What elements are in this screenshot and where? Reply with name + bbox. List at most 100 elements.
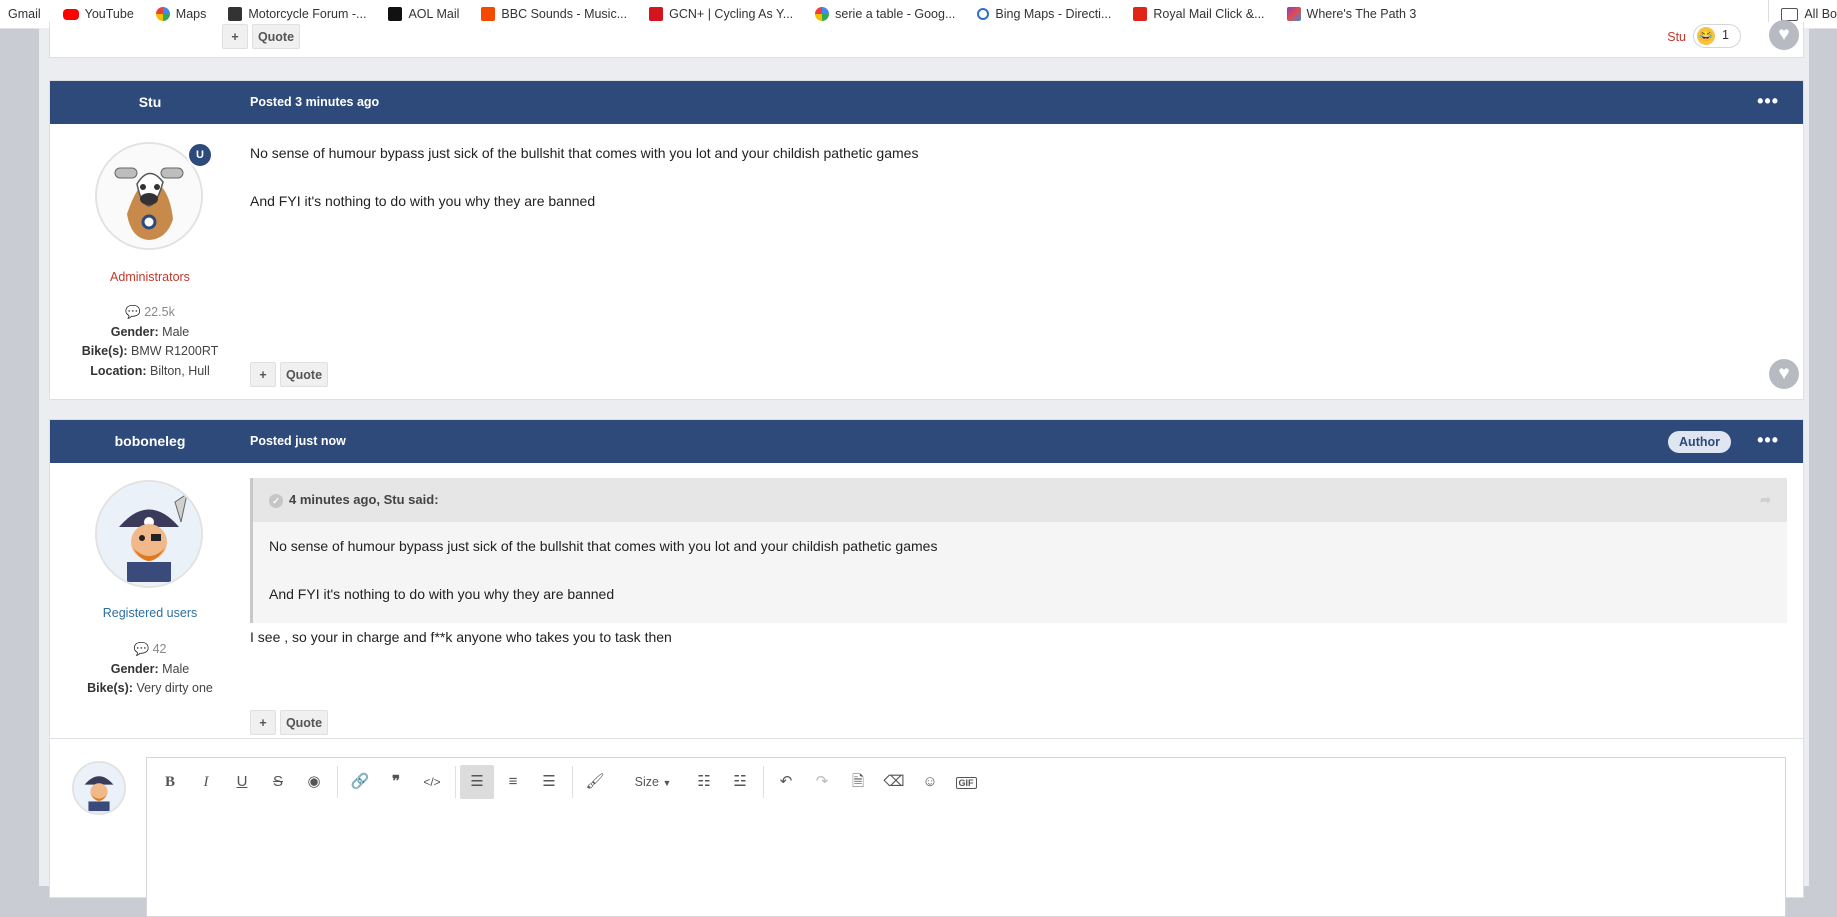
reaction-pill[interactable]: 😂 1 [1693,24,1741,48]
like-heart-icon[interactable]: ♥ [1769,359,1799,389]
quote-citation[interactable]: ✓ 4 minutes ago, Stu said: ➦ [253,478,1787,522]
code-icon[interactable]: </> [415,765,449,799]
align-left-icon[interactable]: ☰ [460,765,494,799]
post-boboneleg: boboneleg Posted just now Author ••• Reg… [49,419,1804,746]
bookmark-bing-maps[interactable]: Bing Maps - Directi... [977,7,1111,21]
author-meta: 💬 22.5k Gender: Male Bike(s): BMW R1200R… [50,303,250,381]
spoiler-eye-icon[interactable]: ◉ [297,765,331,799]
pirate-avatar-small-illustration [74,763,124,813]
multiquote-button[interactable]: + [250,710,276,735]
bookmark-serie-a[interactable]: serie a table - Goog... [815,7,955,21]
bing-search-icon [977,8,990,20]
comment-icon: 💬 [125,305,141,319]
post-menu-icon[interactable]: ••• [1757,92,1779,110]
eraser-icon[interactable]: ⌫ [877,765,911,799]
bookmark-wheres-the-path[interactable]: Where's The Path 3 [1286,7,1416,21]
bike-row: Bike(s): BMW R1200RT [81,344,219,358]
bike-row: Bike(s): Very dirty one [87,681,213,695]
google-icon [815,7,830,21]
blockquote: ✓ 4 minutes ago, Stu said: ➦ No sense of … [250,478,1787,623]
forum-page: + Quote Stu 😂 1 ♥ Stu Posted 3 minutes a… [39,20,1809,917]
map-tiles-icon [1286,7,1301,21]
reaction-user[interactable]: Stu [1667,30,1686,44]
location-row: Location: Bilton, Hull [90,363,210,378]
post-stu: Stu Posted 3 minutes ago ••• U Administr… [49,80,1804,400]
bulleted-list-icon[interactable]: ☷ [687,765,721,799]
bookmark-bbc-sounds[interactable]: BBC Sounds - Music... [481,7,627,21]
post-timestamp[interactable]: Posted 3 minutes ago [250,81,379,124]
comment-icon: 💬 [133,642,150,656]
post-count: 💬 42 [133,642,167,656]
document-icon[interactable]: 🗎 [841,765,875,799]
toolbar-separator [455,766,456,798]
quote-button[interactable]: Quote [252,24,300,49]
author-name[interactable]: Stu [50,81,250,124]
motorcycle-icon [228,7,243,21]
rich-text-editor[interactable]: B I U S ◉ 🔗 ❞ </> ☰ ≡ ☰ 🖌 Size ▼ ☷ ☳ ↶ ↷… [146,757,1786,917]
italic-button[interactable]: I [189,765,223,799]
user-group[interactable]: Registered users [50,606,250,620]
bookmark-royal-mail[interactable]: Royal Mail Click &... [1133,7,1265,21]
laughing-emoji-icon: 😂 [1697,27,1715,45]
like-heart-icon[interactable]: ♥ [1769,20,1799,50]
text-color-brush-icon[interactable]: 🖌 [578,765,612,799]
youtube-icon [62,8,79,20]
multiquote-button[interactable]: + [222,24,248,49]
author-badge: Author [1668,431,1731,453]
quote-line-1: No sense of humour bypass just sick of t… [269,538,938,554]
folder-icon [1781,7,1799,21]
bookmark-motorcycle-forum[interactable]: Motorcycle Forum -... [228,7,366,21]
quote-line-2: And FYI it's nothing to do with you why … [269,586,615,602]
redo-icon[interactable]: ↷ [805,765,839,799]
collapse-quote-icon[interactable]: ✓ [269,493,283,508]
link-icon[interactable]: 🔗 [343,765,377,799]
toolbar-separator [572,766,573,798]
bookmark-aol-mail[interactable]: AOL Mail [388,7,459,21]
current-user-avatar [72,761,126,815]
royal-mail-icon [1133,7,1148,21]
bbc-sounds-icon [481,7,496,21]
post-header: boboneleg Posted just now Author ••• [50,420,1803,463]
bookmark-gcn[interactable]: GCN+ | Cycling As Y... [649,7,793,21]
reaction-count: 1 [1722,28,1729,42]
multiquote-button[interactable]: + [250,362,276,387]
strikethrough-button[interactable]: S [261,765,295,799]
quote-icon[interactable]: ❞ [379,765,413,799]
bold-button[interactable]: B [153,765,187,799]
dog-avatar-illustration [97,144,201,248]
caret-down-icon: ▼ [662,778,672,788]
align-center-icon[interactable]: ≡ [496,765,530,799]
post-count: 💬 22.5k [125,305,175,319]
undo-icon[interactable]: ↶ [769,765,803,799]
underline-button[interactable]: U [225,765,259,799]
moderator-badge-icon: U [187,142,213,168]
gcn-icon [649,7,664,21]
avatar[interactable] [95,480,203,588]
reply-editor-area: B I U S ◉ 🔗 ❞ </> ☰ ≡ ☰ 🖌 Size ▼ ☷ ☳ ↶ ↷… [49,738,1804,917]
gender-row: Gender: Male [110,661,190,676]
user-group[interactable]: Administrators [50,270,250,284]
quote-button[interactable]: Quote [280,362,328,387]
pirate-avatar-illustration [97,482,201,586]
post-timestamp[interactable]: Posted just now [250,420,346,463]
aol-icon [388,7,403,21]
emoji-icon[interactable]: ☺ [913,765,947,799]
previous-post: + Quote Stu 😂 1 ♥ [49,20,1804,58]
align-right-icon[interactable]: ☰ [532,765,566,799]
google-icon [155,7,170,21]
bookmark-youtube[interactable]: YouTube [62,7,134,21]
post-header: Stu Posted 3 minutes ago ••• [50,81,1803,124]
bookmark-gmail[interactable]: Gmail [0,7,41,21]
font-size-dropdown[interactable]: Size ▼ [627,765,679,799]
author-meta: 💬 42 Gender: Male Bike(s): Very dirty on… [50,640,250,699]
post-menu-icon[interactable]: ••• [1757,431,1779,449]
gif-button[interactable]: GIF [949,765,983,799]
numbered-list-icon[interactable]: ☳ [723,765,757,799]
editor-toolbar: B I U S ◉ 🔗 ❞ </> ☰ ≡ ☰ 🖌 Size ▼ ☷ ☳ ↶ ↷… [147,758,1785,802]
bookmark-maps[interactable]: Maps [155,7,206,21]
author-name[interactable]: boboneleg [50,420,250,463]
go-to-quoted-post-icon[interactable]: ➦ [1760,478,1771,522]
quote-button[interactable]: Quote [280,710,328,735]
quote-content: No sense of humour bypass just sick of t… [253,522,1787,604]
toolbar-separator [763,766,764,798]
